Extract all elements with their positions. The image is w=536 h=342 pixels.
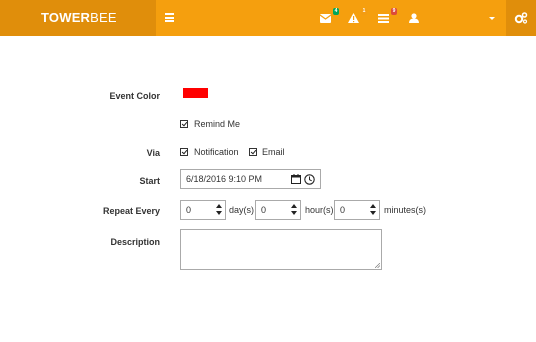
calendar-icon[interactable] bbox=[291, 174, 301, 184]
user-icon bbox=[409, 13, 419, 23]
clock-icon[interactable] bbox=[304, 174, 315, 185]
start-datetime-input[interactable]: 6/18/2016 9:10 PM bbox=[180, 169, 321, 189]
remind-me-checkbox[interactable] bbox=[180, 120, 188, 128]
start-datetime-value: 6/18/2016 9:10 PM bbox=[186, 174, 263, 184]
remind-me-label: Remind Me bbox=[194, 119, 241, 129]
top-navbar: TOWERBEE 4 1 9 bbox=[0, 0, 536, 36]
tasks-menu[interactable]: 9 bbox=[376, 8, 397, 25]
tasks-badge: 9 bbox=[391, 8, 397, 15]
settings-button[interactable] bbox=[506, 0, 536, 36]
description-label: Description bbox=[110, 237, 160, 247]
event-color-picker[interactable] bbox=[183, 88, 208, 98]
tasks-list-icon bbox=[378, 14, 389, 23]
description-textarea[interactable] bbox=[180, 229, 382, 270]
spinner-arrows-icon[interactable] bbox=[216, 203, 223, 217]
brand-bold: TOWER bbox=[41, 10, 91, 25]
sidebar-toggle-icon[interactable] bbox=[165, 13, 174, 22]
messages-menu[interactable]: 4 bbox=[318, 8, 339, 25]
repeat-days-stepper[interactable]: 0 bbox=[180, 200, 226, 220]
via-email-label: Email bbox=[262, 147, 285, 157]
alerts-menu[interactable]: 1 bbox=[346, 8, 367, 25]
spinner-arrows-icon[interactable] bbox=[370, 203, 377, 217]
chevron-down-icon[interactable] bbox=[489, 17, 495, 20]
repeat-days-unit: day(s) bbox=[229, 205, 255, 215]
resize-handle-icon[interactable] bbox=[375, 263, 380, 268]
repeat-hours-unit: hour(s) bbox=[305, 205, 334, 215]
via-notification-checkbox[interactable] bbox=[180, 148, 188, 156]
repeat-minutes-unit: minutes(s) bbox=[384, 205, 427, 215]
messages-badge: 4 bbox=[333, 8, 339, 15]
warning-icon bbox=[348, 13, 359, 23]
brand-light: BEE bbox=[90, 10, 117, 25]
repeat-hours-value: 0 bbox=[261, 205, 267, 215]
repeat-days-value: 0 bbox=[186, 205, 192, 215]
repeat-minutes-stepper[interactable]: 0 bbox=[334, 200, 380, 220]
via-email-checkbox[interactable] bbox=[249, 148, 257, 156]
gears-icon bbox=[514, 12, 528, 24]
brand-logo[interactable]: TOWERBEE bbox=[0, 0, 156, 36]
via-label: Via bbox=[146, 148, 160, 158]
start-label: Start bbox=[139, 176, 160, 186]
spinner-arrows-icon[interactable] bbox=[291, 203, 298, 217]
user-menu[interactable] bbox=[407, 11, 423, 25]
envelope-icon bbox=[320, 14, 331, 23]
repeat-minutes-value: 0 bbox=[340, 205, 346, 215]
alerts-badge: 1 bbox=[361, 8, 367, 15]
repeat-hours-stepper[interactable]: 0 bbox=[255, 200, 301, 220]
repeat-every-label: Repeat Every bbox=[102, 206, 160, 216]
via-notification-label: Notification bbox=[194, 147, 239, 157]
event-color-label: Event Color bbox=[109, 91, 160, 101]
